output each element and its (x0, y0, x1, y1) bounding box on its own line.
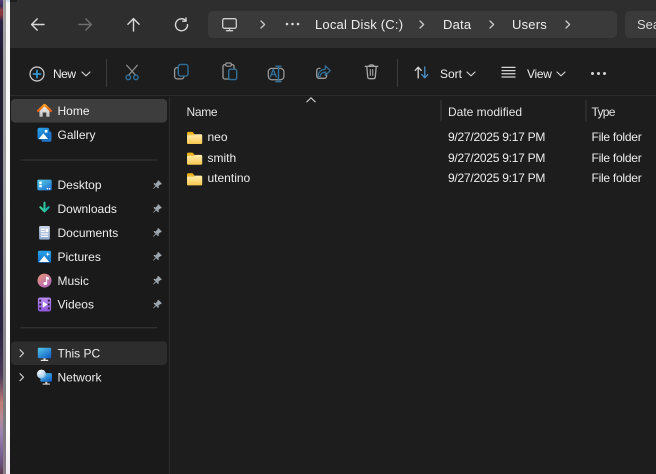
svg-text:Network: Network (58, 370, 103, 384)
svg-text:Home: Home (58, 104, 90, 118)
svg-text:Videos: Videos (58, 298, 94, 312)
svg-text:Pictures: Pictures (58, 250, 101, 264)
svg-text:Music: Music (58, 274, 89, 288)
svg-text:Documents: Documents (58, 226, 119, 240)
svg-text:This PC: This PC (58, 347, 101, 361)
svg-text:Gallery: Gallery (58, 128, 96, 142)
svg-text:Desktop: Desktop (58, 178, 102, 192)
svg-text:Downloads: Downloads (58, 202, 117, 216)
